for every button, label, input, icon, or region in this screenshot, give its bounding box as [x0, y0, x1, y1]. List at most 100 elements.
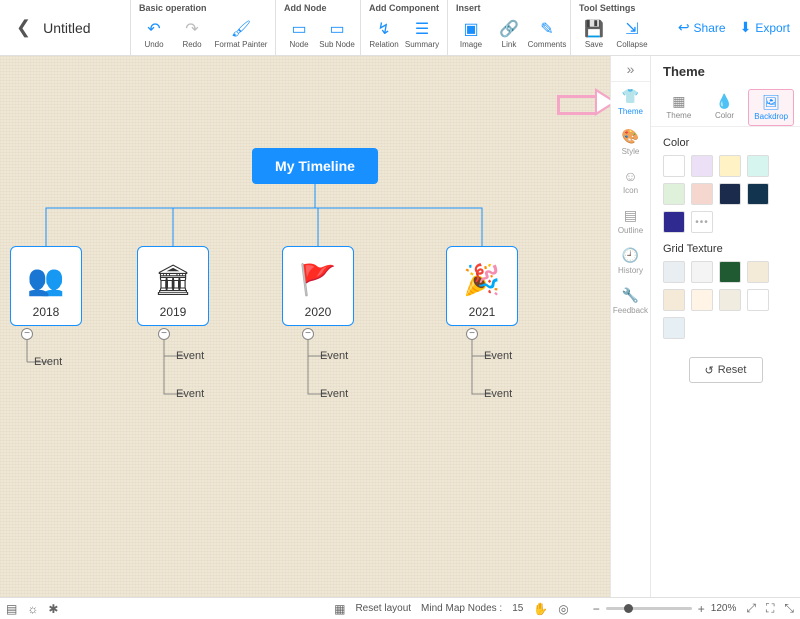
- status-bar: ▤ ☼ ✱ ▦ Reset layout Mind Map Nodes : 15…: [0, 597, 800, 619]
- side-feedback[interactable]: 🔧Feedback: [611, 281, 650, 321]
- subnode-icon: ▭: [329, 19, 344, 39]
- event-node[interactable]: Event: [34, 356, 62, 368]
- add-subnode-button[interactable]: ▭Sub Node: [318, 15, 356, 53]
- reset-icon: ↺: [705, 364, 714, 377]
- color-swatch[interactable]: [663, 183, 685, 205]
- grid-section-title: Grid Texture: [651, 233, 800, 261]
- relation-button[interactable]: ↯Relation: [365, 15, 403, 53]
- brightness-icon[interactable]: ☼: [27, 602, 38, 616]
- hand-icon[interactable]: ✋: [533, 602, 548, 616]
- side-style[interactable]: 🎨Style: [611, 122, 650, 162]
- share-icon: ↩: [678, 19, 690, 36]
- undo-button[interactable]: ↶Undo: [135, 15, 173, 53]
- panel-tab-theme[interactable]: ▦Theme: [657, 89, 701, 126]
- year-node-2020[interactable]: 🚩2020: [282, 246, 354, 326]
- expand-icon[interactable]: ⛶: [766, 601, 774, 616]
- mindmap-canvas[interactable]: My Timeline 👥2018 🏛2019 🚩2020 🎉2021 − − …: [0, 56, 610, 597]
- doc-title[interactable]: Untitled: [43, 20, 90, 36]
- presentation-icon[interactable]: ▤: [6, 602, 17, 616]
- zoom-in-button[interactable]: +: [698, 602, 705, 616]
- panel-collapse-icon[interactable]: »: [611, 56, 650, 82]
- save-icon: 💾: [584, 19, 604, 39]
- collapse-toggle[interactable]: −: [466, 328, 478, 340]
- panel-tab-backdrop[interactable]: 🖼Backdrop: [748, 89, 794, 126]
- event-node[interactable]: Event: [320, 350, 348, 362]
- history-icon: 🕘: [622, 247, 639, 264]
- side-theme[interactable]: 👕Theme: [611, 82, 650, 122]
- year-node-2019[interactable]: 🏛2019: [137, 246, 209, 326]
- nodes-label: Mind Map Nodes :: [421, 603, 502, 614]
- texture-swatch[interactable]: [663, 289, 685, 311]
- event-node[interactable]: Event: [176, 350, 204, 362]
- settings-icon[interactable]: ✱: [48, 602, 58, 616]
- grid-icon: ▦: [672, 93, 685, 110]
- event-node[interactable]: Event: [484, 350, 512, 362]
- image-icon: ▣: [463, 19, 478, 39]
- target-icon[interactable]: ◎: [558, 602, 568, 616]
- fit-icon[interactable]: ⤢: [746, 601, 756, 616]
- reset-layout-icon[interactable]: ▦: [334, 602, 345, 616]
- color-swatch[interactable]: [691, 155, 713, 177]
- event-node[interactable]: Event: [484, 388, 512, 400]
- zoom-out-button[interactable]: −: [593, 602, 600, 616]
- group-insert: Insert ▣Image 🔗Link ✎Comments: [447, 0, 570, 55]
- nodes-count: 15: [512, 603, 523, 614]
- side-history[interactable]: 🕘History: [611, 241, 650, 281]
- color-swatch[interactable]: •••: [691, 211, 713, 233]
- event-node[interactable]: Event: [320, 388, 348, 400]
- color-swatch[interactable]: [747, 155, 769, 177]
- fullscreen-icon[interactable]: ⤡: [784, 601, 794, 616]
- year-2018-icon: 👥: [21, 257, 71, 303]
- texture-swatch[interactable]: [691, 289, 713, 311]
- summary-button[interactable]: ☰Summary: [403, 15, 441, 53]
- texture-swatch[interactable]: [747, 261, 769, 283]
- side-icon[interactable]: ☺Icon: [611, 162, 650, 201]
- year-2021-icon: 🎉: [457, 257, 507, 303]
- root-node[interactable]: My Timeline: [252, 148, 378, 184]
- collapse-toggle[interactable]: −: [302, 328, 314, 340]
- texture-swatch[interactable]: [691, 261, 713, 283]
- texture-swatch[interactable]: [719, 261, 741, 283]
- add-node-button[interactable]: ▭Node: [280, 15, 318, 53]
- year-node-2021[interactable]: 🎉2021: [446, 246, 518, 326]
- palette-icon: 🎨: [622, 128, 639, 145]
- color-swatch[interactable]: [663, 211, 685, 233]
- color-swatch[interactable]: [719, 155, 741, 177]
- reset-button[interactable]: ↺Reset: [689, 357, 763, 383]
- reset-layout-label[interactable]: Reset layout: [355, 603, 411, 614]
- wrench-icon: 🔧: [622, 287, 639, 304]
- collapse-toggle[interactable]: −: [21, 328, 33, 340]
- back-icon[interactable]: ❮: [16, 17, 31, 38]
- zoom-slider[interactable]: [606, 607, 692, 610]
- share-button[interactable]: ↩Share: [678, 19, 726, 36]
- color-section-title: Color: [651, 127, 800, 155]
- comments-icon: ✎: [540, 19, 553, 39]
- collapse-button[interactable]: ⇲Collapse: [613, 15, 651, 53]
- color-swatch[interactable]: [663, 155, 685, 177]
- group-basic-operation: Basic operation ↶Undo ↷Redo 🖌Format Pain…: [130, 0, 275, 55]
- zoom-value: 120%: [711, 603, 737, 614]
- texture-swatch[interactable]: [663, 317, 685, 339]
- insert-link-button[interactable]: 🔗Link: [490, 15, 528, 53]
- color-swatch[interactable]: [747, 183, 769, 205]
- redo-button[interactable]: ↷Redo: [173, 15, 211, 53]
- insert-comments-button[interactable]: ✎Comments: [528, 15, 566, 53]
- panel-tab-color[interactable]: 💧Color: [703, 89, 747, 126]
- event-node[interactable]: Event: [176, 388, 204, 400]
- year-node-2018[interactable]: 👥2018: [10, 246, 82, 326]
- save-button[interactable]: 💾Save: [575, 15, 613, 53]
- side-strip: » 👕Theme 🎨Style ☺Icon ▤Outline 🕘History …: [610, 56, 650, 597]
- group-add-node: Add Node ▭Node ▭Sub Node: [275, 0, 360, 55]
- format-painter-icon: 🖌: [231, 19, 251, 39]
- collapse-toggle[interactable]: −: [158, 328, 170, 340]
- texture-swatch[interactable]: [747, 289, 769, 311]
- side-outline[interactable]: ▤Outline: [611, 201, 650, 241]
- insert-image-button[interactable]: ▣Image: [452, 15, 490, 53]
- export-button[interactable]: ⬇Export: [740, 19, 790, 36]
- texture-swatch[interactable]: [719, 289, 741, 311]
- color-swatch[interactable]: [691, 183, 713, 205]
- texture-swatch[interactable]: [663, 261, 685, 283]
- annotation-arrow: [557, 88, 617, 116]
- color-swatch[interactable]: [719, 183, 741, 205]
- format-painter-button[interactable]: 🖌Format Painter: [211, 15, 271, 53]
